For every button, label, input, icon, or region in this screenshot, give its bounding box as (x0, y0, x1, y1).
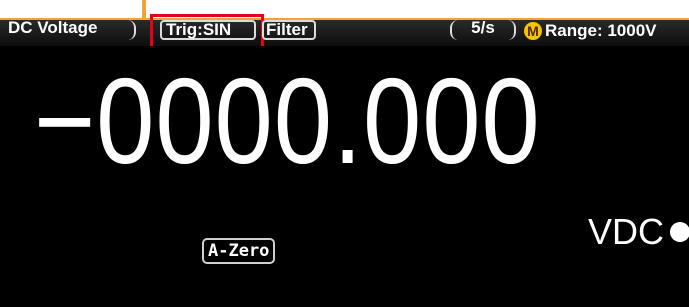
sample-rate-tab[interactable]: 5/s (450, 19, 516, 40)
multimeter-screen: DC Voltage Trig:SIN Filter 5/s M Range: … (0, 0, 689, 307)
mode-tab-dc-voltage[interactable]: DC Voltage (4, 19, 136, 40)
measurement-reading: −0000.000 (34, 53, 541, 189)
azero-indicator: A-Zero (202, 238, 276, 264)
range-label: Range: 1000V (545, 21, 657, 40)
range-indicator[interactable]: M Range: 1000V (524, 20, 657, 42)
filter-tab[interactable]: Filter (262, 20, 316, 40)
trigger-highlight-box (150, 14, 264, 50)
unit-label: VDC (588, 211, 665, 252)
manual-range-icon: M (524, 22, 542, 40)
status-dot-icon (670, 222, 689, 242)
unit-indicator: VDC (588, 212, 689, 252)
